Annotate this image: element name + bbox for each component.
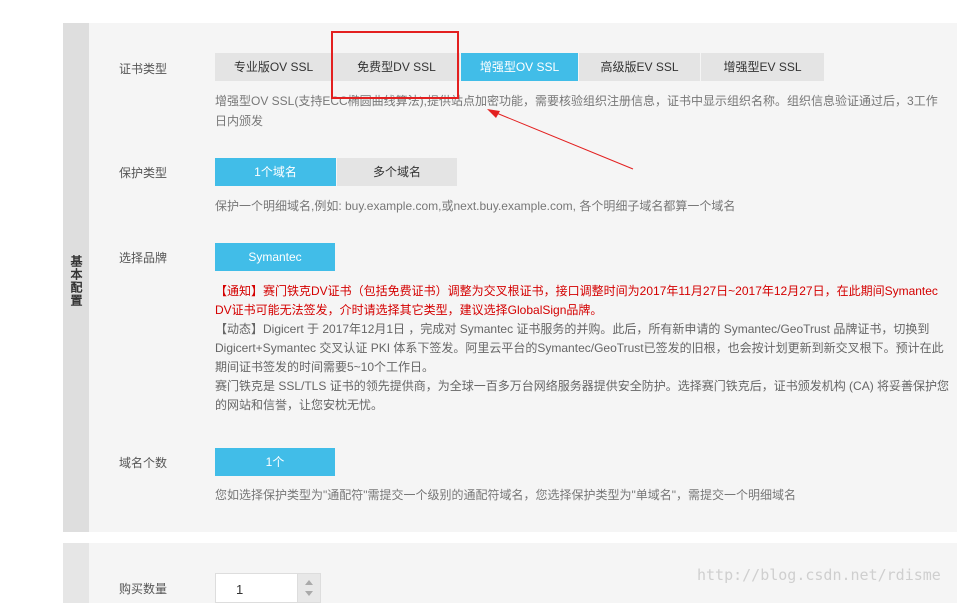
- annotation-arrow-icon: [487, 109, 634, 170]
- watermark: http://blog.csdn.net/rdisme: [697, 566, 941, 584]
